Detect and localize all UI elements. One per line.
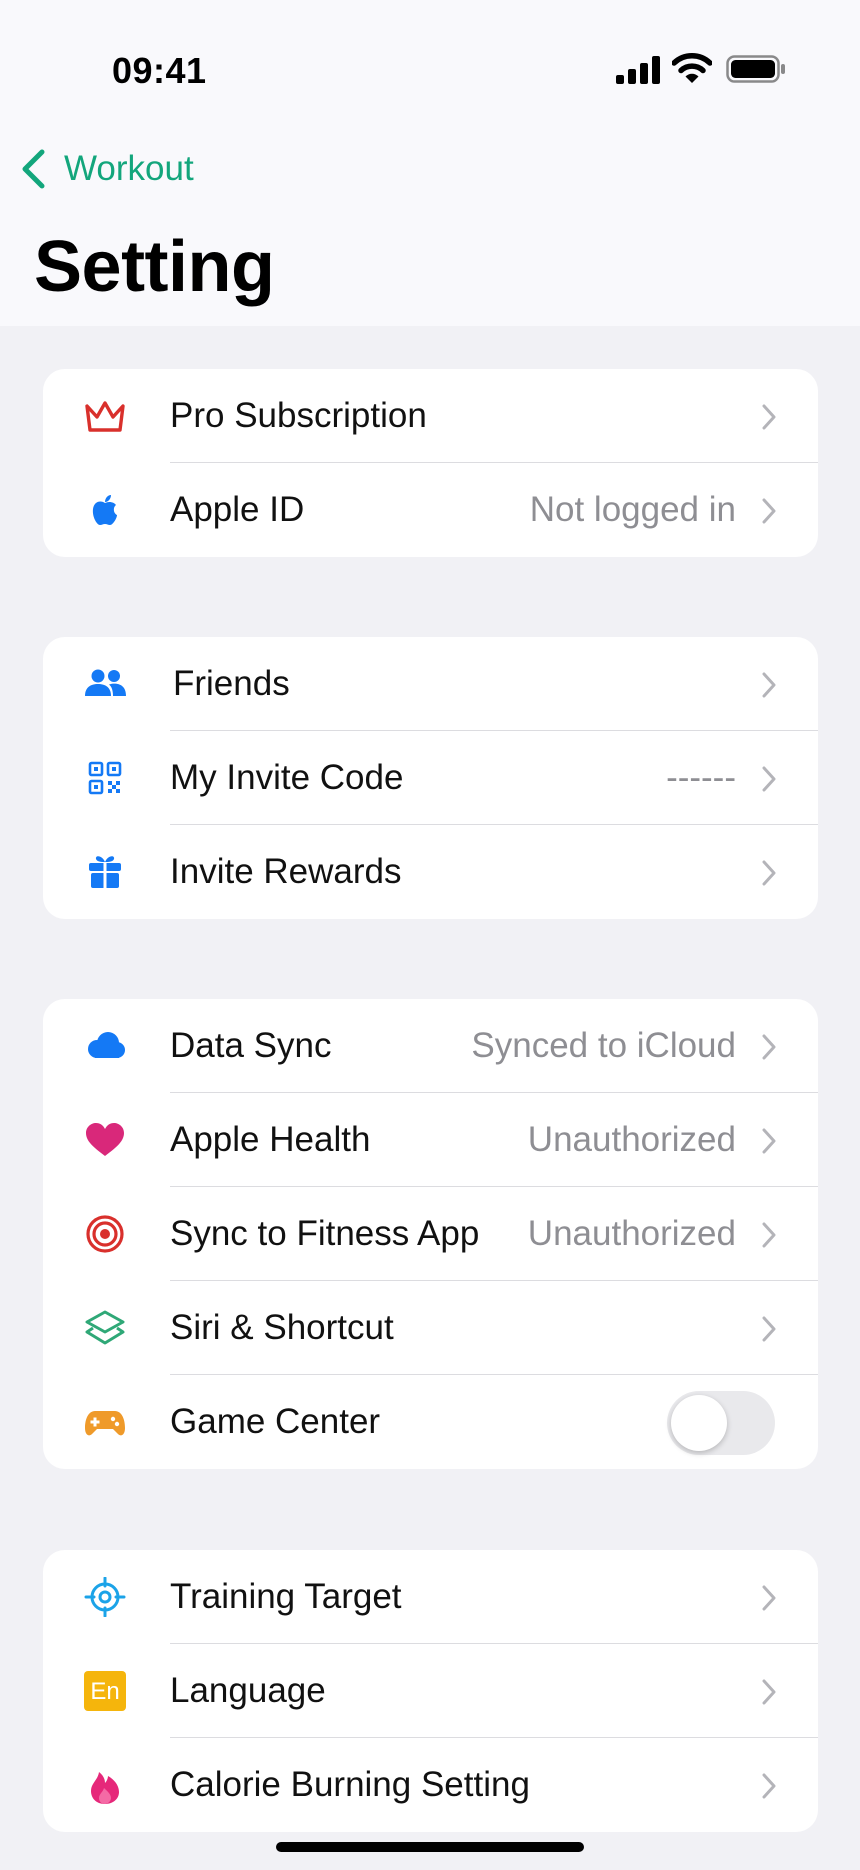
fitness-app-sync-row[interactable]: Sync to Fitness App Unauthorized bbox=[43, 1187, 818, 1281]
language-row[interactable]: En Language bbox=[43, 1644, 818, 1738]
status-bar: 09:41 bbox=[0, 0, 860, 140]
row-value: Unauthorized bbox=[527, 1214, 736, 1253]
people-icon bbox=[83, 664, 127, 704]
chevron-right-icon bbox=[762, 1585, 776, 1611]
gift-icon bbox=[83, 852, 127, 892]
crosshair-icon bbox=[83, 1577, 127, 1617]
home-indicator bbox=[276, 1842, 584, 1852]
row-label: Siri & Shortcut bbox=[170, 1308, 394, 1347]
flame-icon bbox=[83, 1765, 127, 1805]
invite-rewards-row[interactable]: Invite Rewards bbox=[43, 825, 818, 919]
shortcuts-icon bbox=[83, 1308, 127, 1348]
row-label: Game Center bbox=[170, 1402, 381, 1441]
chevron-right-icon bbox=[762, 1034, 776, 1060]
pro-subscription-row[interactable]: Pro Subscription bbox=[43, 369, 818, 463]
row-label: Sync to Fitness App bbox=[170, 1214, 480, 1253]
row-label: Data Sync bbox=[170, 1026, 332, 1065]
page-title: Setting bbox=[34, 227, 275, 307]
chevron-right-icon bbox=[762, 1222, 776, 1248]
target-icon bbox=[83, 1214, 127, 1254]
row-label: Invite Rewards bbox=[170, 852, 402, 891]
apple-id-row[interactable]: Apple ID Not logged in bbox=[43, 463, 818, 557]
back-label: Workout bbox=[64, 149, 194, 188]
row-label: Language bbox=[170, 1671, 326, 1710]
settings-group-account: Pro Subscription Apple ID Not logged in bbox=[43, 369, 818, 557]
crown-icon bbox=[83, 396, 127, 436]
header: 09:41 Workout Setting bbox=[0, 0, 860, 326]
row-value: ------ bbox=[666, 758, 736, 797]
row-label: Training Target bbox=[170, 1577, 402, 1616]
settings-group-integrations: Data Sync Synced to iCloud Apple Health … bbox=[43, 999, 818, 1469]
heart-icon bbox=[83, 1120, 127, 1160]
row-label: Pro Subscription bbox=[170, 396, 427, 435]
back-button[interactable]: Workout bbox=[16, 144, 194, 194]
toggle-knob bbox=[671, 1395, 727, 1451]
invite-code-row[interactable]: My Invite Code ------ bbox=[43, 731, 818, 825]
row-value: Unauthorized bbox=[527, 1120, 736, 1159]
row-label: Friends bbox=[173, 664, 290, 703]
language-icon-text: En bbox=[90, 1678, 119, 1705]
battery-icon bbox=[726, 55, 785, 83]
status-time: 09:41 bbox=[112, 50, 207, 91]
chevron-right-icon bbox=[762, 498, 776, 524]
chevron-right-icon bbox=[762, 766, 776, 792]
chevron-right-icon bbox=[762, 1773, 776, 1799]
row-value: Synced to iCloud bbox=[471, 1026, 736, 1065]
row-value: Not logged in bbox=[529, 490, 736, 529]
row-label: Apple ID bbox=[170, 490, 305, 529]
row-label: My Invite Code bbox=[170, 758, 404, 797]
game-center-toggle[interactable] bbox=[667, 1391, 775, 1455]
game-center-row[interactable]: Game Center bbox=[43, 1375, 818, 1469]
chevron-right-icon bbox=[762, 1679, 776, 1705]
row-label: Calorie Burning Setting bbox=[170, 1765, 530, 1804]
qr-code-icon bbox=[83, 758, 127, 798]
chevron-right-icon bbox=[762, 404, 776, 430]
chevron-right-icon bbox=[762, 672, 776, 698]
chevron-right-icon bbox=[762, 1128, 776, 1154]
chevron-right-icon bbox=[762, 1316, 776, 1342]
friends-row[interactable]: Friends bbox=[43, 637, 818, 731]
apple-health-row[interactable]: Apple Health Unauthorized bbox=[43, 1093, 818, 1187]
apple-logo-icon bbox=[83, 490, 127, 530]
training-target-row[interactable]: Training Target bbox=[43, 1550, 818, 1644]
siri-shortcut-row[interactable]: Siri & Shortcut bbox=[43, 1281, 818, 1375]
language-icon: En bbox=[83, 1671, 127, 1711]
gamepad-icon bbox=[83, 1402, 127, 1442]
cloud-icon bbox=[83, 1026, 127, 1066]
cellular-signal-icon bbox=[616, 56, 660, 84]
wifi-icon bbox=[672, 53, 712, 83]
settings-group-preferences: Training Target En Language Calorie Burn… bbox=[43, 1550, 818, 1832]
row-label: Apple Health bbox=[170, 1120, 371, 1159]
calorie-burning-row[interactable]: Calorie Burning Setting bbox=[43, 1738, 818, 1832]
settings-group-social: Friends My Invite Code ------ Invite Rew… bbox=[43, 637, 818, 919]
data-sync-row[interactable]: Data Sync Synced to iCloud bbox=[43, 999, 818, 1093]
chevron-left-icon bbox=[22, 149, 45, 189]
chevron-right-icon bbox=[762, 860, 776, 886]
